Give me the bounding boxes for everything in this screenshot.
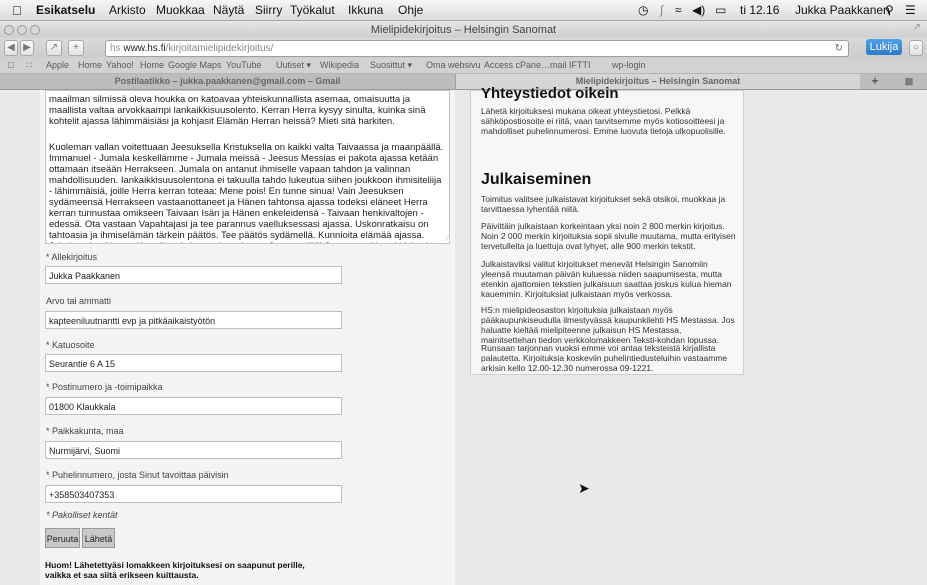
menu-ikkuna[interactable]: Ikkuna bbox=[348, 3, 383, 17]
wifi-icon[interactable]: ≈ bbox=[675, 3, 682, 17]
browser-toolbar: ◀ ▶ ↗ + hs www.hs.fi/kirjoitamielipideki… bbox=[0, 38, 927, 58]
bookmark-oma-websivu[interactable]: Oma websivu bbox=[426, 60, 481, 70]
reload-icon[interactable]: ↻ bbox=[835, 41, 843, 56]
contact-heading: Yhteystiedot oikein bbox=[481, 85, 619, 102]
postal-field[interactable]: 01800 Klaukkala bbox=[45, 397, 342, 415]
title-field[interactable]: kapteeniluutnantti evp ja pitkäaikaistyö… bbox=[45, 311, 342, 329]
menu-arkisto[interactable]: Arkisto bbox=[109, 3, 146, 17]
tab-overview-icon[interactable]: ▩ bbox=[892, 74, 926, 89]
publishing-text-3: Julkaistaviksi valitut kirjoitukset mene… bbox=[481, 259, 732, 299]
window-titlebar: Mielipidekirjoitus – Helsingin Sanomat ↗ bbox=[0, 21, 927, 38]
url-path: /kirjoitamielipidekirjoitus/ bbox=[165, 43, 274, 54]
title-label: Arvo tai ammatti bbox=[46, 296, 112, 306]
publishing-text-4: HS:n mielipideosaston kirjoituksia julka… bbox=[481, 305, 735, 345]
signature-label: * Allekirjoitus bbox=[46, 252, 98, 262]
postal-label: * Postinumero ja -toimipaikka bbox=[46, 382, 163, 392]
municipality-label: * Paikkakunta, maa bbox=[46, 426, 124, 436]
apple-menu-icon[interactable]:  bbox=[12, 3, 22, 18]
form-column: maailman silmissä oleva houkka on katoav… bbox=[40, 90, 455, 585]
bookmarks-bar: □ ∷ Apple Home Yahoo! Home Google Maps Y… bbox=[0, 58, 927, 74]
phone-label: * Puhelinnumero, josta Sinut tavoittaa p… bbox=[46, 470, 229, 480]
new-tab-button[interactable]: + bbox=[68, 40, 84, 56]
volume-icon[interactable]: ◀) bbox=[692, 3, 705, 17]
app-menu[interactable]: Esikatselu bbox=[36, 3, 95, 17]
bookmark-home[interactable]: Home bbox=[78, 60, 102, 70]
reader-button[interactable]: Lukija bbox=[866, 39, 902, 55]
menu-tyokalut[interactable]: Työkalut bbox=[290, 3, 335, 17]
phone-field[interactable]: +358503407353 bbox=[45, 485, 342, 503]
battery-icon[interactable]: ▭ bbox=[715, 3, 726, 17]
mouse-cursor-icon: ➤ bbox=[578, 480, 590, 496]
bluetooth-icon[interactable]: ∫ bbox=[660, 3, 663, 17]
info-sidebar: Yhteystiedot oikein Lähetä kirjoituksesi… bbox=[470, 85, 744, 375]
downloads-button[interactable]: ○ bbox=[909, 40, 923, 56]
bookmark-suosittut[interactable]: Suosittut ▾ bbox=[370, 60, 412, 71]
menu-siirry[interactable]: Siirry bbox=[255, 3, 282, 17]
bookmark-wp-login[interactable]: wp-login bbox=[612, 60, 646, 70]
bookmark-google-maps[interactable]: Google Maps bbox=[168, 60, 222, 70]
menu-muokkaa[interactable]: Muokkaa bbox=[156, 3, 205, 17]
submission-notice: Huom! Lähetettyäsi lomakkeen kirjoitukse… bbox=[45, 560, 305, 580]
letter-textarea[interactable]: maailman silmissä oleva houkka on katoav… bbox=[45, 90, 450, 244]
cancel-button[interactable]: Peruuta bbox=[45, 528, 80, 548]
street-field[interactable]: Seurantie 6 A 15 bbox=[45, 354, 342, 372]
bookmark-uutiset[interactable]: Uutiset ▾ bbox=[276, 60, 311, 71]
share-button[interactable]: ↗ bbox=[46, 40, 62, 56]
top-sites-icon[interactable]: ∷ bbox=[26, 60, 32, 71]
bookmark-home-2[interactable]: Home bbox=[140, 60, 164, 70]
url-host: www.hs.fi bbox=[123, 43, 166, 54]
publishing-text-5: Runsaan tarjonnan vuoksi emme voi antaa … bbox=[481, 343, 728, 373]
notification-center-icon[interactable]: ☰ bbox=[905, 3, 916, 17]
resize-handle-icon[interactable]: ∕ bbox=[447, 234, 448, 243]
bookmark-access-cpanel[interactable]: Access cPane…mail IFTTI bbox=[484, 60, 591, 70]
street-label: * Katuosoite bbox=[46, 340, 95, 350]
menu-nayta[interactable]: Näytä bbox=[213, 3, 244, 17]
bookmark-apple[interactable]: Apple bbox=[46, 60, 69, 70]
publishing-text-2: Päivittäin julkaistaan korkeintaan yksi … bbox=[481, 221, 736, 251]
bookmark-wikipedia[interactable]: Wikipedia bbox=[320, 60, 359, 70]
menu-ohje[interactable]: Ohje bbox=[398, 3, 423, 17]
fullscreen-icon[interactable]: ↗ bbox=[913, 22, 921, 33]
forward-button[interactable]: ▶ bbox=[20, 40, 34, 56]
contact-text: Lähetä kirjoituksesi mukana oikeat yhtey… bbox=[481, 106, 726, 136]
signature-field[interactable]: Jukka Paakkanen bbox=[45, 266, 342, 284]
reading-list-icon[interactable]: □ bbox=[8, 60, 13, 70]
bookmark-youtube[interactable]: YouTube bbox=[226, 60, 261, 70]
tab-gmail[interactable]: Postilaatikko – jukka.paakkanen@gmail.co… bbox=[0, 74, 456, 89]
send-button[interactable]: Lähetä bbox=[82, 528, 115, 548]
time-machine-icon[interactable]: ◷ bbox=[638, 3, 648, 17]
publishing-heading: Julkaiseminen bbox=[481, 171, 592, 188]
page-content: maailman silmissä oleva houkka on katoav… bbox=[0, 85, 927, 585]
tab-bar: Postilaatikko – jukka.paakkanen@gmail.co… bbox=[0, 74, 927, 90]
publishing-text-1: Toimitus valitsee julkaistavat kirjoituk… bbox=[481, 194, 726, 214]
municipality-field[interactable]: Nurmijärvi, Suomi bbox=[45, 441, 342, 459]
back-button[interactable]: ◀ bbox=[4, 40, 18, 56]
menu-bar:  Esikatselu Arkisto Muokkaa Näytä Siirr… bbox=[0, 0, 927, 21]
add-tab-icon[interactable]: + bbox=[862, 74, 888, 89]
letter-paragraph-2: Kuoleman vallan voitettuaan Jeesuksella … bbox=[49, 142, 444, 243]
window-title: Mielipidekirjoitus – Helsingin Sanomat bbox=[370, 24, 557, 36]
menubar-user[interactable]: Jukka Paakkanen bbox=[795, 3, 890, 17]
spotlight-icon[interactable]: ⚲ bbox=[885, 3, 894, 17]
letter-paragraph-1: maailman silmissä oleva houkka on katoav… bbox=[49, 94, 426, 127]
site-icon: hs bbox=[110, 43, 121, 54]
menubar-clock[interactable]: ti 12.16 bbox=[740, 3, 779, 17]
bookmark-yahoo[interactable]: Yahoo! bbox=[106, 60, 134, 70]
required-note: * Pakolliset kentät bbox=[46, 510, 118, 520]
address-bar[interactable]: hs www.hs.fi/kirjoitamielipidekirjoitus/… bbox=[105, 40, 849, 57]
